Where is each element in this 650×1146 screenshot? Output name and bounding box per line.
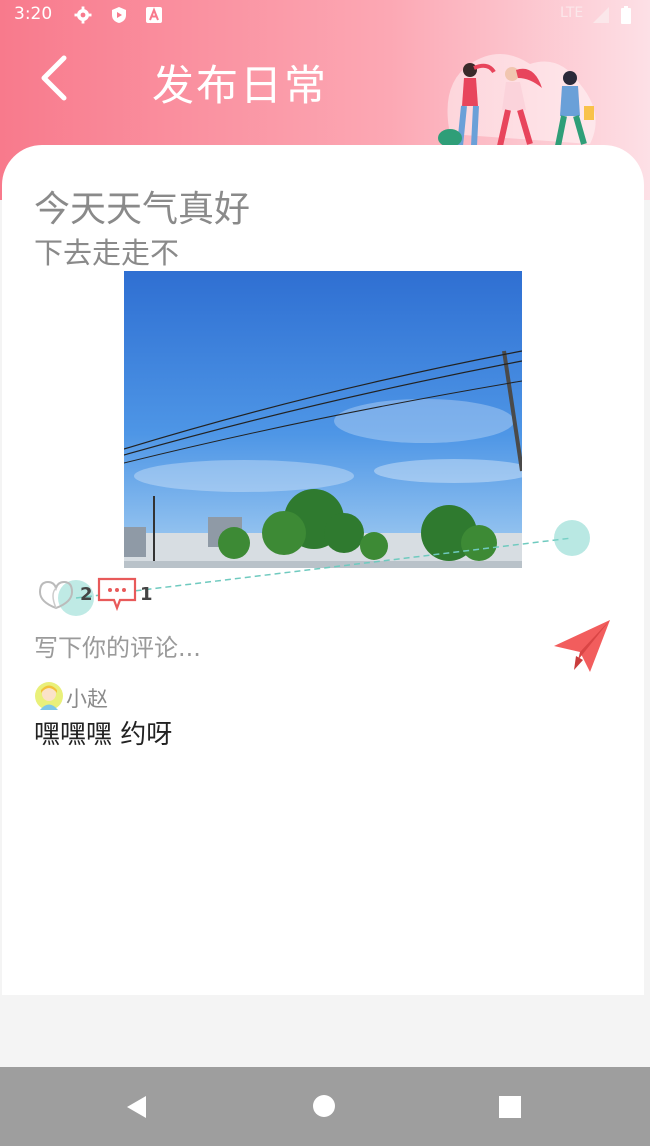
send-button[interactable] [550, 616, 614, 676]
battery-icon [621, 6, 631, 24]
nav-home-icon[interactable] [312, 1094, 336, 1118]
comment-text: 嘿嘿嘿 约呀 [34, 720, 173, 750]
comment-icon[interactable] [96, 576, 138, 612]
post-photo[interactable] [124, 271, 522, 568]
avatar-icon [35, 682, 63, 710]
page-title: 发布日常 [152, 61, 329, 110]
settings-icon [74, 6, 92, 24]
status-time: 3:20 [14, 4, 53, 24]
play-protect-icon [112, 7, 126, 23]
post-body: 下去走走不 [34, 236, 180, 270]
text-a-icon [146, 7, 162, 23]
status-bar: 3:20 LTE [0, 0, 650, 30]
like-icon[interactable] [36, 576, 76, 612]
system-nav-bar [0, 1067, 650, 1146]
comment-input[interactable] [34, 628, 534, 668]
comment-count: 1 [140, 584, 153, 605]
people-walking-illustration [436, 54, 606, 153]
nav-back-icon[interactable] [124, 1094, 150, 1120]
like-count: 2 [80, 584, 93, 605]
signal-icon [593, 7, 609, 23]
nav-recent-apps-icon[interactable] [498, 1095, 522, 1119]
comment-username: 小赵 [66, 687, 108, 711]
back-button[interactable] [30, 52, 80, 102]
post-title: 今天天气真好 [34, 189, 251, 230]
network-type: LTE [560, 5, 584, 21]
